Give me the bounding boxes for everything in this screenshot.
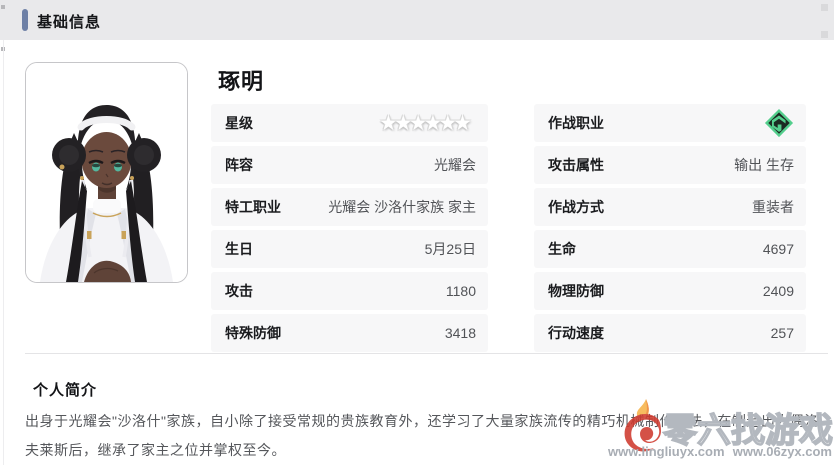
info-value-star-level: ★ ★ ★ ★ ★ ★ — [379, 111, 476, 135]
info-label-physical-defense: 物理防御 — [548, 283, 604, 299]
info-value-combat-style: 重装者 — [752, 199, 794, 215]
info-value-faction: 光耀会 — [434, 157, 476, 173]
info-label-agent-occupation: 特工职业 — [225, 199, 281, 215]
info-row-combat-style: 作战方式 重装者 — [534, 188, 806, 226]
info-label-attack: 攻击 — [225, 283, 253, 299]
info-row-star-level: 星级 ★ ★ ★ ★ ★ ★ — [211, 104, 488, 142]
info-value-physical-defense: 2409 — [762, 283, 794, 299]
info-row-agent-occupation: 特工职业 光耀会 沙洛什家族 家主 — [211, 188, 488, 226]
character-portrait-illustration — [26, 63, 187, 282]
profile-heading: 个人简介 — [33, 382, 98, 399]
info-value-combat-class — [764, 108, 794, 138]
info-row-attack-attribute: 攻击属性 输出 生存 — [534, 146, 806, 184]
info-row-special-defense: 特殊防御 3418 — [211, 314, 488, 352]
info-value-birthday: 5月25日 — [424, 241, 476, 257]
info-label-birthday: 生日 — [225, 241, 253, 257]
info-label-special-defense: 特殊防御 — [225, 325, 281, 341]
info-label-faction: 阵容 — [225, 157, 253, 173]
info-row-birthday: 生日 5月25日 — [211, 230, 488, 268]
section-header: 基础信息 — [0, 0, 834, 40]
info-value-hp: 4697 — [762, 241, 794, 257]
info-label-hp: 生命 — [548, 241, 576, 257]
info-value-attack-attribute: 输出 生存 — [734, 157, 794, 173]
info-row-move-speed: 行动速度 257 — [534, 314, 806, 352]
accent-bar — [22, 9, 28, 31]
character-name: 琢明 — [218, 69, 265, 94]
info-value-special-defense: 3418 — [444, 325, 476, 341]
watermark-urls: www.lingliuyx.com www.06zyx.com — [608, 444, 832, 459]
info-value-attack: 1180 — [445, 283, 476, 299]
star-icon: ★ — [453, 111, 472, 135]
info-row-faction: 阵容 光耀会 — [211, 146, 488, 184]
page-left-border — [3, 40, 4, 465]
class-diamond-icon — [764, 108, 794, 138]
info-label-attack-attribute: 攻击属性 — [548, 157, 604, 173]
info-row-combat-class: 作战职业 — [534, 104, 806, 142]
character-portrait[interactable] — [25, 62, 188, 283]
handle-dot — [821, 31, 828, 38]
info-value-move-speed: 257 — [770, 325, 794, 341]
handle-dot — [821, 4, 828, 11]
info-label-combat-class: 作战职业 — [548, 115, 604, 131]
handle-dot — [1, 5, 5, 9]
info-row-attack: 攻击 1180 — [211, 272, 488, 310]
section-title: 基础信息 — [37, 14, 102, 31]
info-label-star-level: 星级 — [225, 115, 253, 131]
info-column-left: 星级 ★ ★ ★ ★ ★ ★ 阵容 光耀会特工职业 光耀会 沙洛什家族 家主生日 5月25日攻击 11… — [211, 104, 488, 352]
info-row-physical-defense: 物理防御 2409 — [534, 272, 806, 310]
info-row-hp: 生命 4697 — [534, 230, 806, 268]
watermark-url-1: www.lingliuyx.com — [608, 444, 725, 459]
info-column-right: 作战职业攻击属性 输出 生存作战方式 重装者生命 4697 物理防御 2409 行动速度 25… — [534, 104, 806, 352]
info-value-agent-occupation: 光耀会 沙洛什家族 家主 — [328, 199, 476, 215]
info-label-combat-style: 作战方式 — [548, 199, 604, 215]
section-divider — [25, 353, 828, 354]
watermark-url-2: www.06zyx.com — [732, 444, 832, 459]
info-label-move-speed: 行动速度 — [548, 325, 604, 341]
